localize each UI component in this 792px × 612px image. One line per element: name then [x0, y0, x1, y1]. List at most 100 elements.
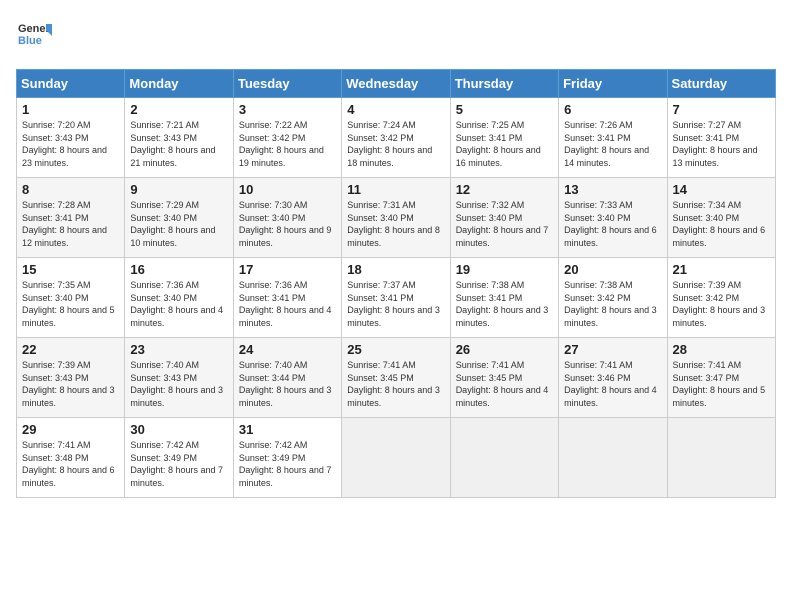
day-details: Sunrise: 7:41 AMSunset: 3:47 PMDaylight:… [673, 360, 766, 408]
day-number: 19 [456, 262, 553, 277]
calendar-day-cell: 7 Sunrise: 7:27 AMSunset: 3:41 PMDayligh… [667, 98, 775, 178]
day-number: 21 [673, 262, 770, 277]
day-details: Sunrise: 7:21 AMSunset: 3:43 PMDaylight:… [130, 120, 215, 168]
calendar-day-cell [342, 418, 450, 498]
day-number: 30 [130, 422, 227, 437]
day-details: Sunrise: 7:31 AMSunset: 3:40 PMDaylight:… [347, 200, 440, 248]
day-number: 22 [22, 342, 119, 357]
calendar-day-cell: 28 Sunrise: 7:41 AMSunset: 3:47 PMDaylig… [667, 338, 775, 418]
day-details: Sunrise: 7:41 AMSunset: 3:48 PMDaylight:… [22, 440, 115, 488]
calendar-day-cell: 29 Sunrise: 7:41 AMSunset: 3:48 PMDaylig… [17, 418, 125, 498]
day-number: 3 [239, 102, 336, 117]
day-details: Sunrise: 7:36 AMSunset: 3:40 PMDaylight:… [130, 280, 223, 328]
day-number: 5 [456, 102, 553, 117]
day-number: 25 [347, 342, 444, 357]
day-number: 10 [239, 182, 336, 197]
day-number: 6 [564, 102, 661, 117]
day-details: Sunrise: 7:36 AMSunset: 3:41 PMDaylight:… [239, 280, 332, 328]
day-number: 14 [673, 182, 770, 197]
calendar-day-cell: 11 Sunrise: 7:31 AMSunset: 3:40 PMDaylig… [342, 178, 450, 258]
day-details: Sunrise: 7:24 AMSunset: 3:42 PMDaylight:… [347, 120, 432, 168]
day-number: 23 [130, 342, 227, 357]
calendar-week-row: 15 Sunrise: 7:35 AMSunset: 3:40 PMDaylig… [17, 258, 776, 338]
calendar-day-cell: 1 Sunrise: 7:20 AMSunset: 3:43 PMDayligh… [17, 98, 125, 178]
day-details: Sunrise: 7:37 AMSunset: 3:41 PMDaylight:… [347, 280, 440, 328]
calendar-day-cell: 24 Sunrise: 7:40 AMSunset: 3:44 PMDaylig… [233, 338, 341, 418]
calendar-table: SundayMondayTuesdayWednesdayThursdayFrid… [16, 69, 776, 498]
calendar-day-cell: 4 Sunrise: 7:24 AMSunset: 3:42 PMDayligh… [342, 98, 450, 178]
calendar-week-row: 8 Sunrise: 7:28 AMSunset: 3:41 PMDayligh… [17, 178, 776, 258]
day-details: Sunrise: 7:41 AMSunset: 3:45 PMDaylight:… [347, 360, 440, 408]
day-number: 4 [347, 102, 444, 117]
calendar-day-cell [559, 418, 667, 498]
day-number: 28 [673, 342, 770, 357]
calendar-day-cell: 12 Sunrise: 7:32 AMSunset: 3:40 PMDaylig… [450, 178, 558, 258]
day-details: Sunrise: 7:40 AMSunset: 3:43 PMDaylight:… [130, 360, 223, 408]
day-details: Sunrise: 7:29 AMSunset: 3:40 PMDaylight:… [130, 200, 215, 248]
day-number: 2 [130, 102, 227, 117]
calendar-day-cell: 6 Sunrise: 7:26 AMSunset: 3:41 PMDayligh… [559, 98, 667, 178]
day-details: Sunrise: 7:30 AMSunset: 3:40 PMDaylight:… [239, 200, 332, 248]
day-details: Sunrise: 7:41 AMSunset: 3:45 PMDaylight:… [456, 360, 549, 408]
calendar-day-cell: 21 Sunrise: 7:39 AMSunset: 3:42 PMDaylig… [667, 258, 775, 338]
day-number: 9 [130, 182, 227, 197]
day-details: Sunrise: 7:40 AMSunset: 3:44 PMDaylight:… [239, 360, 332, 408]
weekday-header-cell: Friday [559, 70, 667, 98]
calendar-day-cell: 20 Sunrise: 7:38 AMSunset: 3:42 PMDaylig… [559, 258, 667, 338]
logo: General Blue [16, 16, 52, 57]
calendar-day-cell: 19 Sunrise: 7:38 AMSunset: 3:41 PMDaylig… [450, 258, 558, 338]
svg-text:Blue: Blue [18, 35, 42, 47]
day-details: Sunrise: 7:38 AMSunset: 3:41 PMDaylight:… [456, 280, 549, 328]
calendar-day-cell: 15 Sunrise: 7:35 AMSunset: 3:40 PMDaylig… [17, 258, 125, 338]
calendar-day-cell: 17 Sunrise: 7:36 AMSunset: 3:41 PMDaylig… [233, 258, 341, 338]
calendar-day-cell: 2 Sunrise: 7:21 AMSunset: 3:43 PMDayligh… [125, 98, 233, 178]
day-details: Sunrise: 7:27 AMSunset: 3:41 PMDaylight:… [673, 120, 758, 168]
weekday-header-cell: Monday [125, 70, 233, 98]
weekday-header-cell: Tuesday [233, 70, 341, 98]
calendar-day-cell: 5 Sunrise: 7:25 AMSunset: 3:41 PMDayligh… [450, 98, 558, 178]
calendar-day-cell: 25 Sunrise: 7:41 AMSunset: 3:45 PMDaylig… [342, 338, 450, 418]
logo-icon: General Blue [16, 16, 52, 57]
day-details: Sunrise: 7:42 AMSunset: 3:49 PMDaylight:… [130, 440, 223, 488]
header: General Blue [16, 16, 776, 57]
day-details: Sunrise: 7:22 AMSunset: 3:42 PMDaylight:… [239, 120, 324, 168]
calendar-day-cell: 30 Sunrise: 7:42 AMSunset: 3:49 PMDaylig… [125, 418, 233, 498]
calendar-day-cell: 27 Sunrise: 7:41 AMSunset: 3:46 PMDaylig… [559, 338, 667, 418]
day-details: Sunrise: 7:34 AMSunset: 3:40 PMDaylight:… [673, 200, 766, 248]
calendar-day-cell: 31 Sunrise: 7:42 AMSunset: 3:49 PMDaylig… [233, 418, 341, 498]
day-details: Sunrise: 7:32 AMSunset: 3:40 PMDaylight:… [456, 200, 549, 248]
day-details: Sunrise: 7:28 AMSunset: 3:41 PMDaylight:… [22, 200, 107, 248]
weekday-header-cell: Wednesday [342, 70, 450, 98]
day-number: 7 [673, 102, 770, 117]
day-details: Sunrise: 7:42 AMSunset: 3:49 PMDaylight:… [239, 440, 332, 488]
weekday-header-row: SundayMondayTuesdayWednesdayThursdayFrid… [17, 70, 776, 98]
calendar-day-cell: 22 Sunrise: 7:39 AMSunset: 3:43 PMDaylig… [17, 338, 125, 418]
day-number: 13 [564, 182, 661, 197]
calendar-day-cell: 26 Sunrise: 7:41 AMSunset: 3:45 PMDaylig… [450, 338, 558, 418]
calendar-day-cell [667, 418, 775, 498]
day-details: Sunrise: 7:26 AMSunset: 3:41 PMDaylight:… [564, 120, 649, 168]
day-number: 18 [347, 262, 444, 277]
day-details: Sunrise: 7:35 AMSunset: 3:40 PMDaylight:… [22, 280, 115, 328]
day-number: 11 [347, 182, 444, 197]
day-details: Sunrise: 7:25 AMSunset: 3:41 PMDaylight:… [456, 120, 541, 168]
day-number: 12 [456, 182, 553, 197]
calendar-day-cell: 10 Sunrise: 7:30 AMSunset: 3:40 PMDaylig… [233, 178, 341, 258]
weekday-header-cell: Thursday [450, 70, 558, 98]
day-number: 27 [564, 342, 661, 357]
calendar-day-cell [450, 418, 558, 498]
day-details: Sunrise: 7:38 AMSunset: 3:42 PMDaylight:… [564, 280, 657, 328]
calendar-day-cell: 23 Sunrise: 7:40 AMSunset: 3:43 PMDaylig… [125, 338, 233, 418]
day-number: 26 [456, 342, 553, 357]
day-number: 17 [239, 262, 336, 277]
day-number: 1 [22, 102, 119, 117]
day-number: 8 [22, 182, 119, 197]
calendar-day-cell: 14 Sunrise: 7:34 AMSunset: 3:40 PMDaylig… [667, 178, 775, 258]
calendar-week-row: 1 Sunrise: 7:20 AMSunset: 3:43 PMDayligh… [17, 98, 776, 178]
day-number: 20 [564, 262, 661, 277]
day-details: Sunrise: 7:41 AMSunset: 3:46 PMDaylight:… [564, 360, 657, 408]
calendar-day-cell: 13 Sunrise: 7:33 AMSunset: 3:40 PMDaylig… [559, 178, 667, 258]
calendar-day-cell: 18 Sunrise: 7:37 AMSunset: 3:41 PMDaylig… [342, 258, 450, 338]
weekday-header-cell: Sunday [17, 70, 125, 98]
day-number: 15 [22, 262, 119, 277]
